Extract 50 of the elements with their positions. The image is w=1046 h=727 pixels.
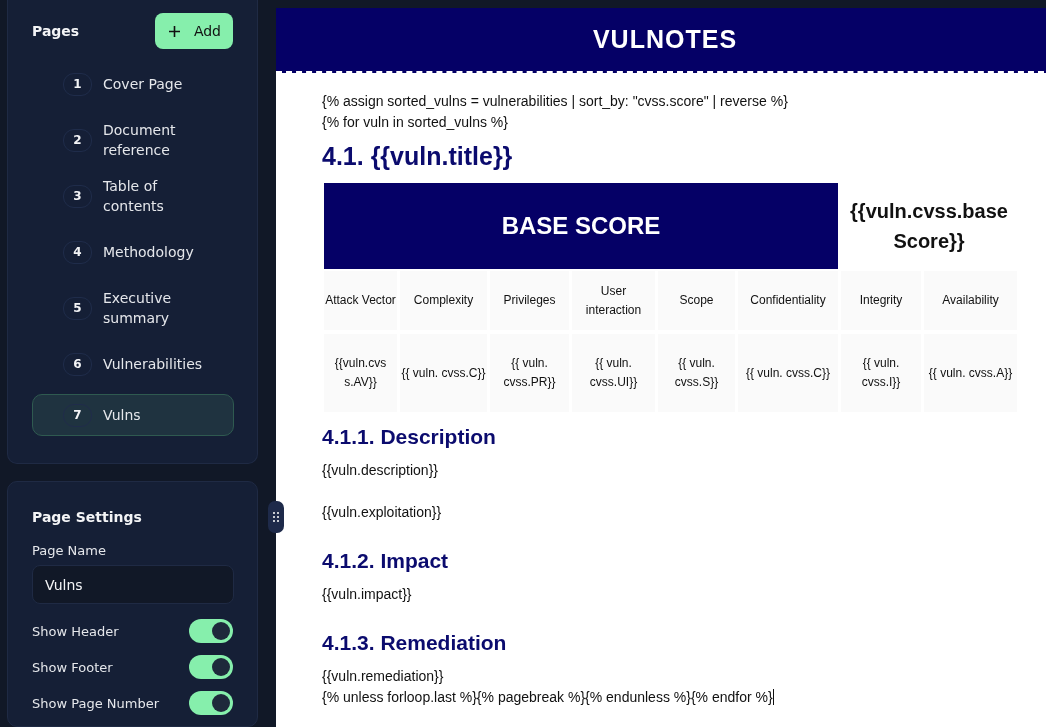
page-item[interactable]: 7 Vulns xyxy=(32,394,234,436)
page-item[interactable]: 1 Cover Page xyxy=(32,56,234,112)
column-header: Attack Vector xyxy=(324,269,397,330)
column-header: Confidentiality xyxy=(738,269,838,330)
template-text: {% assign sorted_vulns = vulnerabilities | sort_by: "cvss.score" | reverse %} xyxy=(322,93,788,109)
page-number: 3 xyxy=(63,184,92,208)
toggle-switch[interactable] xyxy=(189,691,233,715)
page-number: 7 xyxy=(63,403,92,427)
page-item[interactable]: 6 Vulnerabilities xyxy=(32,336,234,392)
toggle-label: Show Footer xyxy=(32,659,113,675)
page-item[interactable]: 3 Table of contents xyxy=(32,168,234,224)
page-number: 4 xyxy=(63,240,92,264)
toggle-label: Show Page Number xyxy=(32,695,160,711)
column-header: Privileges xyxy=(490,269,569,330)
template-text: {{vuln.remediation}} xyxy=(322,668,444,684)
page-item[interactable]: 2 Document reference xyxy=(32,112,234,168)
column-header: Scope xyxy=(658,269,735,330)
column-header: User interaction xyxy=(572,269,655,330)
toggle-label: Show Header xyxy=(32,623,119,639)
score-value: {{vuln.cvss.baseScore}} xyxy=(849,199,1009,254)
panel-title: Page Settings xyxy=(32,509,143,525)
plus-icon xyxy=(168,25,180,37)
page-number: 5 xyxy=(63,296,92,320)
page-number: 1 xyxy=(63,72,92,96)
page-item[interactable]: 5 Executive summary xyxy=(32,280,234,336)
template-text: {{vuln.exploitation}} xyxy=(322,504,442,520)
template-text: {{vuln.description}} xyxy=(322,462,438,478)
page-number: 6 xyxy=(63,352,92,376)
subsection-heading: 4.1.3. Remediation xyxy=(322,630,508,656)
template-text: {% for vuln in sorted_vulns %} xyxy=(322,114,508,130)
panel-title: Pages xyxy=(32,23,80,39)
column-header: Complexity xyxy=(400,269,487,330)
toggle-switch[interactable] xyxy=(189,655,233,679)
add-button[interactable]: Add xyxy=(154,13,233,49)
page-name-field[interactable]: Vulns xyxy=(32,565,234,604)
subsection-heading: 4.1.1. Description xyxy=(322,424,497,450)
resize-handle[interactable] xyxy=(268,501,284,533)
page-item[interactable]: 4 Methodology xyxy=(32,224,234,280)
score-title: BASE SCORE xyxy=(324,183,838,269)
column-header: Availability xyxy=(924,269,1017,330)
template-text: {% unless forloop.last %}{% pagebreak %}{% endunless %}{% endfor %} xyxy=(322,689,773,705)
toggle-switch[interactable] xyxy=(189,619,233,643)
field-label: Page Name xyxy=(32,543,107,558)
template-text: {{vuln.impact}} xyxy=(322,586,412,602)
text-cursor xyxy=(772,689,774,705)
column-header: Integrity xyxy=(841,269,921,330)
page-number: 2 xyxy=(63,128,92,152)
section-heading: 4.1. {{vuln.title}} xyxy=(322,141,514,171)
subsection-heading: 4.1.2. Impact xyxy=(322,548,450,574)
logo-text: VULNOTES xyxy=(592,25,738,54)
